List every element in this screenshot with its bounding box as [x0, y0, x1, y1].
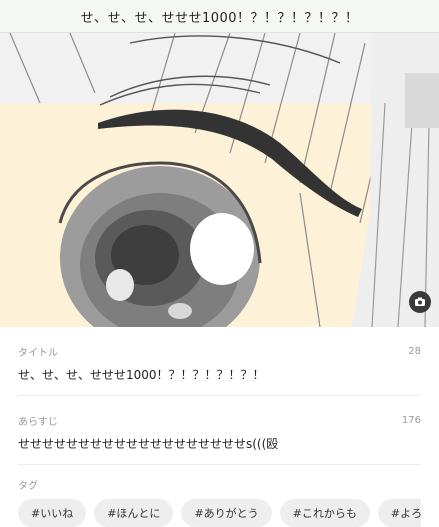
page-title: せ、せ、せ、せせせ1000！？！？！？！？！ [80, 10, 359, 26]
camera-icon[interactable] [409, 291, 431, 313]
cover-illustration [0, 33, 439, 327]
cover-image[interactable] [0, 33, 439, 327]
tag-list: #いいね #ほんとに #ありがとう #これからも #よろしくね [18, 495, 421, 527]
tag-chip[interactable]: #これからも [279, 499, 370, 527]
synopsis-char-count: 176 [401, 414, 421, 426]
tag-chip[interactable]: #ありがとう [181, 499, 272, 527]
title-char-count: 28 [408, 345, 421, 357]
tag-chip[interactable]: #ほんとに [94, 499, 174, 527]
title-input[interactable]: せ、せ、せ、せせせ1000！？！？！？！？！ [18, 363, 421, 396]
tag-chip[interactable]: #いいね [18, 499, 87, 527]
synopsis-field: あらすじ 176 せせせせせせせせせせせせせせせせせせせs(((殴 [0, 408, 439, 465]
tags-field: タグ #いいね #ほんとに #ありがとう #これからも #よろしくね [0, 473, 439, 527]
synopsis-label: あらすじ [18, 416, 58, 428]
title-field: タイトル 28 せ、せ、せ、せせせ1000！？！？！？！？！ [0, 339, 439, 396]
title-label: タイトル [18, 347, 58, 359]
synopsis-input[interactable]: せせせせせせせせせせせせせせせせせせせs(((殴 [18, 432, 421, 465]
tags-label: タグ [18, 480, 38, 492]
header: せ、せ、せ、せせせ1000！？！？！？！？！ [0, 0, 439, 33]
tag-chip[interactable]: #よろしくね [377, 499, 421, 527]
